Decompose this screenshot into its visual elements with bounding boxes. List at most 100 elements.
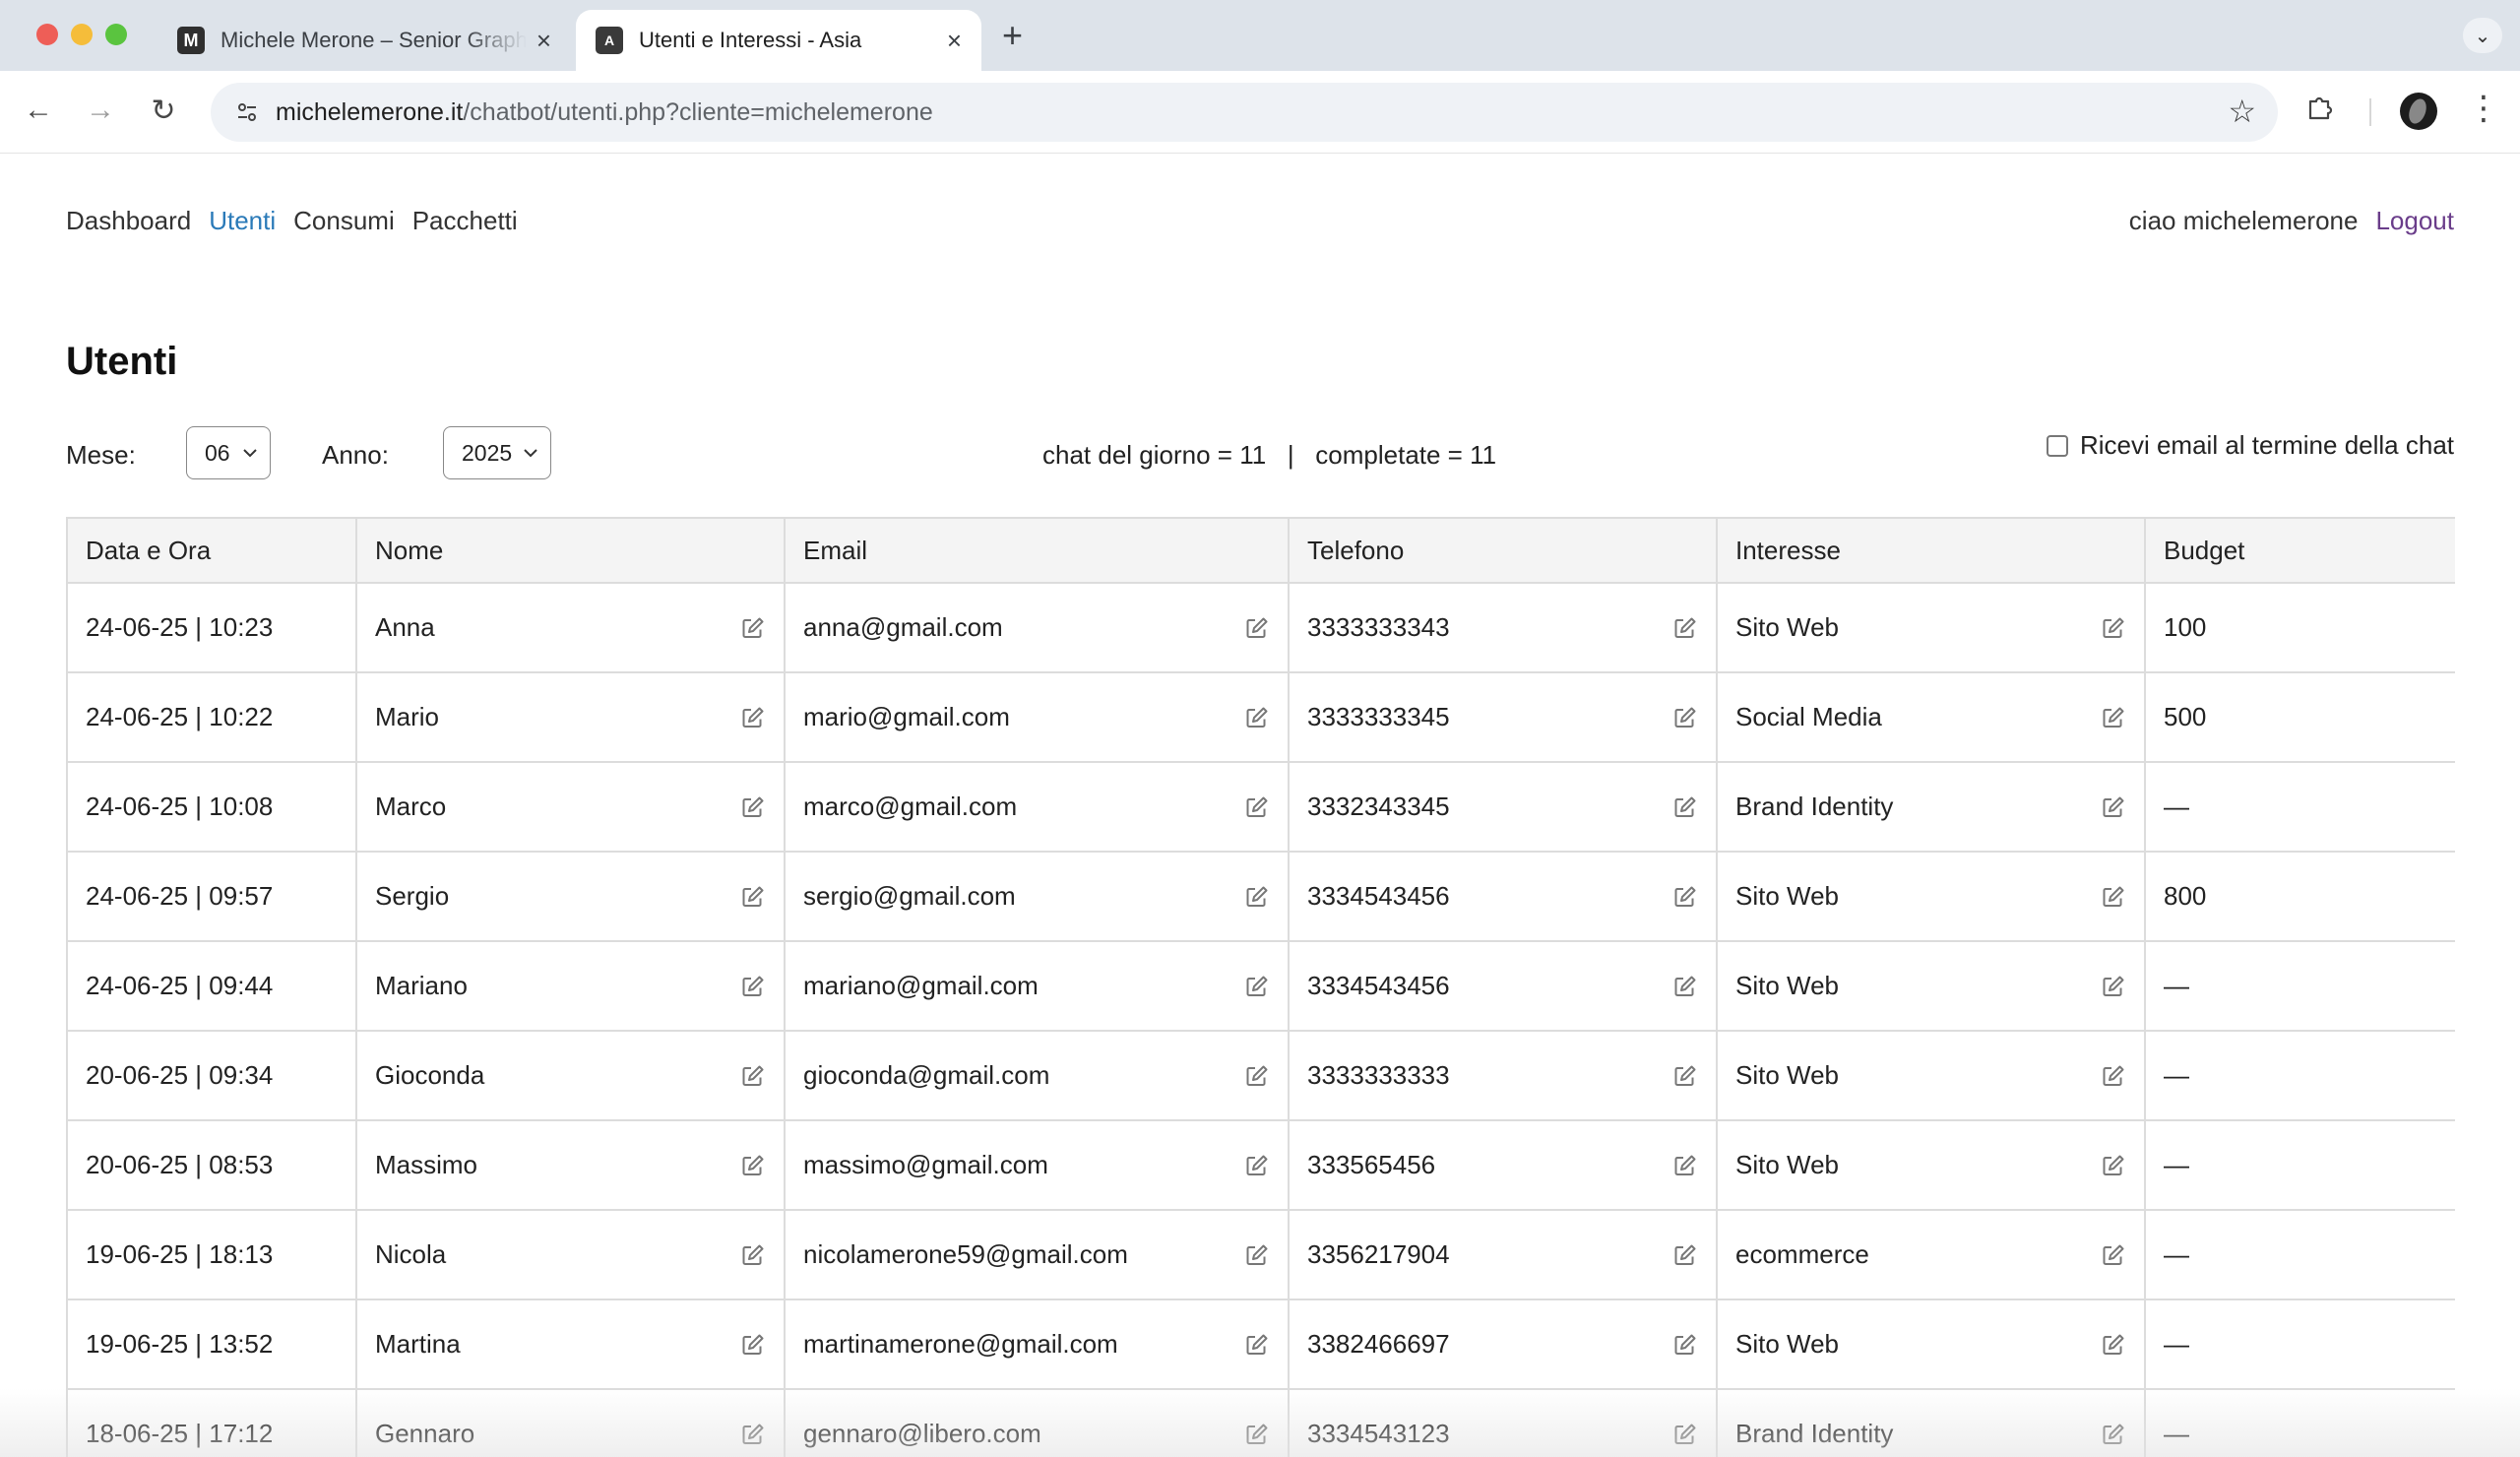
cell-text: 3334543456 xyxy=(1307,971,1450,1000)
reload-icon[interactable]: ↻ xyxy=(142,89,185,132)
cell-interest: Sito Web xyxy=(1716,582,2146,673)
browser-tab-1[interactable]: M Michele Merone – Senior Graphic Design… xyxy=(158,10,571,71)
cell-phone: 3334543123 xyxy=(1288,1388,1718,1457)
edit-pencil-icon[interactable] xyxy=(1672,615,1698,641)
edit-pencil-icon[interactable] xyxy=(740,705,766,730)
year-select[interactable]: 2025 xyxy=(443,426,551,479)
edit-pencil-icon[interactable] xyxy=(2101,1242,2126,1268)
edit-pencil-icon[interactable] xyxy=(740,615,766,641)
edit-pencil-icon[interactable] xyxy=(740,794,766,820)
edit-pencil-icon[interactable] xyxy=(740,1332,766,1358)
cell-budget: 800 xyxy=(2144,851,2455,942)
cell-text: 3333333343 xyxy=(1307,612,1450,642)
month-select[interactable]: 06 xyxy=(186,426,271,479)
cell-interest: Brand Identity xyxy=(1716,1388,2146,1457)
year-value: 2025 xyxy=(462,439,513,466)
users-table: Data e Ora Nome Email Telefono Interesse Budg… xyxy=(66,517,2455,1457)
address-bar[interactable]: michelemerone.it/chatbot/utenti.php?clie… xyxy=(211,83,2278,142)
edit-pencil-icon[interactable] xyxy=(740,1153,766,1178)
edit-pencil-icon[interactable] xyxy=(1244,974,1270,999)
edit-pencil-icon[interactable] xyxy=(1672,1422,1698,1447)
edit-pencil-icon[interactable] xyxy=(2101,1332,2126,1358)
edit-pencil-icon[interactable] xyxy=(740,974,766,999)
window-close-button[interactable] xyxy=(36,24,58,45)
nav-consumi[interactable]: Consumi xyxy=(293,206,395,236)
bookmark-star-icon[interactable]: ☆ xyxy=(2228,93,2256,130)
window-minimize-button[interactable] xyxy=(71,24,93,45)
forward-arrow-icon[interactable]: → xyxy=(79,89,122,132)
cell-email: mario@gmail.com xyxy=(784,671,1290,763)
edit-pencil-icon[interactable] xyxy=(740,1422,766,1447)
browser-tab-2[interactable]: A Utenti e Interessi - Asia × xyxy=(576,10,981,71)
cell-text: — xyxy=(2164,1329,2189,1359)
cell-text: Gioconda xyxy=(375,1060,485,1090)
edit-pencil-icon[interactable] xyxy=(1244,1332,1270,1358)
edit-pencil-icon[interactable] xyxy=(740,1063,766,1089)
nav-utenti[interactable]: Utenti xyxy=(209,206,276,236)
edit-pencil-icon[interactable] xyxy=(1244,615,1270,641)
edit-pencil-icon[interactable] xyxy=(740,1242,766,1268)
edit-pencil-icon[interactable] xyxy=(1672,1063,1698,1089)
cell-text: 24-06-25 | 10:23 xyxy=(86,612,274,642)
edit-pencil-icon[interactable] xyxy=(1672,974,1698,999)
checkbox-icon[interactable] xyxy=(2046,434,2068,457)
cell-text: Gennaro xyxy=(375,1419,475,1448)
cell-text: 800 xyxy=(2164,881,2207,911)
email-option[interactable]: Ricevi email al termine della chat xyxy=(2046,430,2454,461)
edit-pencil-icon[interactable] xyxy=(2101,884,2126,910)
cell-budget: — xyxy=(2144,1119,2455,1211)
site-info-icon[interactable] xyxy=(230,95,264,129)
cell-email: martinamerone@gmail.com xyxy=(784,1299,1290,1390)
edit-pencil-icon[interactable] xyxy=(2101,615,2126,641)
cell-budget: 500 xyxy=(2144,671,2455,763)
close-tab-icon[interactable]: × xyxy=(947,26,962,56)
edit-pencil-icon[interactable] xyxy=(1672,1242,1698,1268)
cell-interest: Sito Web xyxy=(1716,940,2146,1032)
tab-search-chevron-icon[interactable]: ⌄ xyxy=(2463,18,2502,53)
cell-interest: Brand Identity xyxy=(1716,761,2146,853)
cell-text: — xyxy=(2164,1419,2189,1448)
nav-pacchetti[interactable]: Pacchetti xyxy=(412,206,518,236)
edit-pencil-icon[interactable] xyxy=(1672,705,1698,730)
cell-text: Brand Identity xyxy=(1735,1419,1894,1448)
edit-pencil-icon[interactable] xyxy=(1244,1242,1270,1268)
new-tab-button[interactable]: + xyxy=(1002,16,1023,55)
edit-pencil-icon[interactable] xyxy=(1244,705,1270,730)
cell-text: 3333333345 xyxy=(1307,702,1450,731)
cell-text: 24-06-25 | 09:44 xyxy=(86,971,274,1000)
edit-pencil-icon[interactable] xyxy=(1672,1153,1698,1178)
edit-pencil-icon[interactable] xyxy=(2101,1422,2126,1447)
edit-pencil-icon[interactable] xyxy=(1244,794,1270,820)
more-vertical-icon[interactable]: ⋮ xyxy=(2467,89,2500,128)
edit-pencil-icon[interactable] xyxy=(740,884,766,910)
edit-pencil-icon[interactable] xyxy=(1672,794,1698,820)
extensions-puzzle-icon[interactable] xyxy=(2305,93,2335,130)
chat-stats: chat del giorno = 11 | completate = 11 xyxy=(1042,440,1497,470)
edit-pencil-icon[interactable] xyxy=(1672,1332,1698,1358)
profile-avatar[interactable] xyxy=(2400,93,2437,130)
cell-text: marco@gmail.com xyxy=(803,792,1018,821)
edit-pencil-icon[interactable] xyxy=(2101,1063,2126,1089)
cell-text: Sito Web xyxy=(1735,1150,1840,1179)
edit-pencil-icon[interactable] xyxy=(1244,884,1270,910)
nav-dashboard[interactable]: Dashboard xyxy=(66,206,191,236)
edit-pencil-icon[interactable] xyxy=(1244,1063,1270,1089)
edit-pencil-icon[interactable] xyxy=(2101,1153,2126,1178)
toolbar-divider xyxy=(2369,98,2371,126)
back-arrow-icon[interactable]: ← xyxy=(17,89,60,132)
edit-pencil-icon[interactable] xyxy=(2101,974,2126,999)
edit-pencil-icon[interactable] xyxy=(1672,884,1698,910)
cell-text: Mario xyxy=(375,702,440,731)
logout-link[interactable]: Logout xyxy=(2375,206,2454,236)
window-maximize-button[interactable] xyxy=(105,24,127,45)
cell-text: Social Media xyxy=(1735,702,1882,731)
edit-pencil-icon[interactable] xyxy=(2101,794,2126,820)
close-tab-icon[interactable]: × xyxy=(536,26,551,56)
page-title: Utenti xyxy=(66,340,178,383)
edit-pencil-icon[interactable] xyxy=(1244,1422,1270,1447)
edit-pencil-icon[interactable] xyxy=(1244,1153,1270,1178)
cell-text: 20-06-25 | 09:34 xyxy=(86,1060,274,1090)
cell-phone: 3382466697 xyxy=(1288,1299,1718,1390)
main-nav: Dashboard Utenti Consumi Pacchetti xyxy=(66,206,518,236)
edit-pencil-icon[interactable] xyxy=(2101,705,2126,730)
